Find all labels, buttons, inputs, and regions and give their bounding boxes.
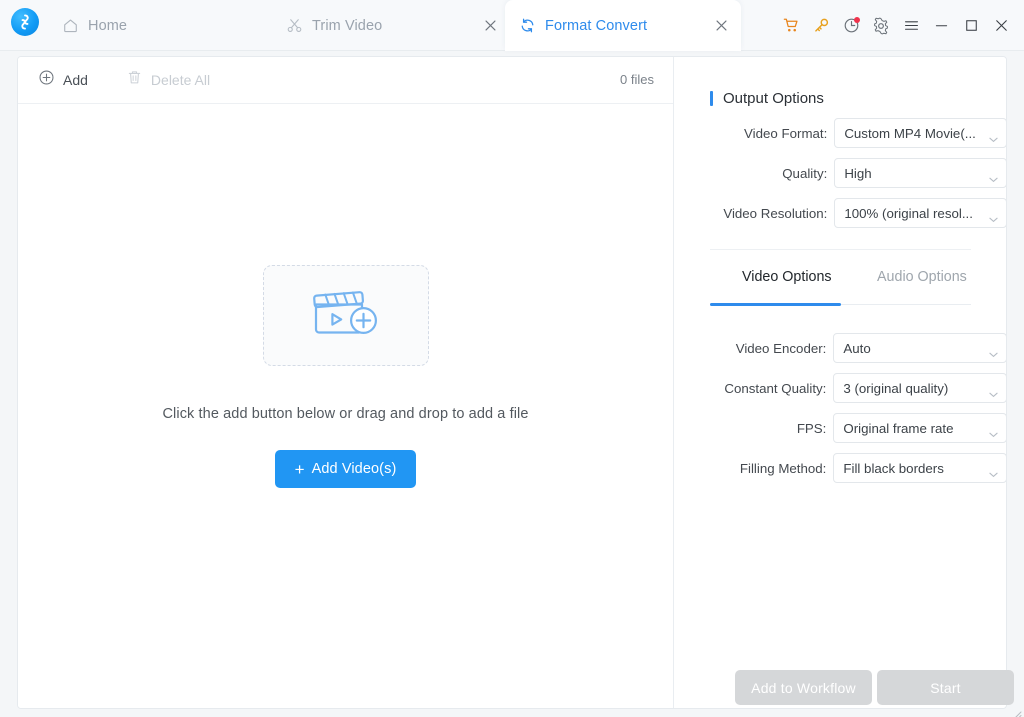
drop-target-box[interactable] bbox=[262, 265, 429, 366]
tab-format-convert-close-icon[interactable] bbox=[714, 18, 729, 33]
options-tab-active-indicator bbox=[710, 303, 841, 306]
filling-method-value: Fill black borders bbox=[843, 460, 944, 476]
filling-method-label: Filling Method: bbox=[739, 460, 827, 476]
home-icon bbox=[62, 17, 79, 34]
drop-hint-text: Click the add button below or drag and d… bbox=[162, 406, 529, 422]
field-fps: FPS: Original frame rate bbox=[674, 413, 1006, 443]
video-encoder-select[interactable]: Auto bbox=[833, 333, 1006, 363]
output-options-panel: Output Options Video Format: Custom MP4 … bbox=[674, 57, 1006, 708]
quality-label: Quality: bbox=[782, 165, 828, 181]
add-to-workflow-button[interactable]: Add to Workflow bbox=[735, 670, 872, 705]
gear-icon[interactable] bbox=[866, 8, 896, 44]
minimize-icon[interactable] bbox=[926, 8, 956, 44]
chevron-down-icon bbox=[989, 345, 998, 358]
quality-value: High bbox=[844, 165, 872, 181]
tab-trim-video[interactable]: Trim Video bbox=[272, 0, 510, 51]
field-constant-quality: Constant Quality: 3 (original quality) bbox=[674, 373, 1006, 403]
video-resolution-value: 100% (original resol... bbox=[844, 205, 973, 221]
history-icon[interactable] bbox=[836, 8, 866, 44]
video-resolution-select[interactable]: 100% (original resol... bbox=[834, 198, 1006, 228]
start-button[interactable]: Start bbox=[877, 670, 1014, 705]
scissors-icon bbox=[286, 17, 303, 34]
fps-label: FPS: bbox=[796, 420, 827, 436]
main-content: Add Delete All 0 files Click the add but… bbox=[0, 51, 1024, 717]
quality-select[interactable]: High bbox=[834, 158, 1006, 188]
tab-trim-video-close-icon[interactable] bbox=[483, 18, 498, 33]
chevron-down-icon bbox=[989, 465, 998, 478]
video-add-icon bbox=[309, 284, 383, 347]
constant-quality-select[interactable]: 3 (original quality) bbox=[833, 373, 1006, 403]
delete-all-button[interactable]: Delete All bbox=[126, 69, 210, 91]
options-separator bbox=[710, 249, 971, 250]
file-count-label: 0 files bbox=[620, 72, 654, 87]
add-videos-button-label: Add Video(s) bbox=[311, 461, 397, 477]
cart-icon[interactable] bbox=[776, 8, 806, 44]
workspace-card: Add Delete All 0 files Click the add but… bbox=[17, 56, 1007, 709]
tab-trim-video-label: Trim Video bbox=[312, 17, 383, 34]
key-icon[interactable] bbox=[806, 8, 836, 44]
field-video-encoder: Video Encoder: Auto bbox=[674, 333, 1006, 363]
add-button-label: Add bbox=[63, 72, 88, 88]
field-quality: Quality: High bbox=[674, 158, 1006, 188]
field-video-resolution: Video Resolution: 100% (original resol..… bbox=[674, 198, 1006, 228]
video-encoder-value: Auto bbox=[843, 340, 871, 356]
app-logo bbox=[11, 8, 39, 36]
video-encoder-label: Video Encoder: bbox=[735, 340, 827, 356]
chevron-down-icon bbox=[989, 210, 998, 223]
field-video-format: Video Format: Custom MP4 Movie(... bbox=[674, 118, 1006, 148]
app-window: Home Trim Video Format Convert Add Delet… bbox=[0, 0, 1024, 717]
field-filling-method: Filling Method: Fill black borders bbox=[674, 453, 1006, 483]
drop-area[interactable]: Click the add button below or drag and d… bbox=[18, 104, 673, 708]
close-icon[interactable] bbox=[986, 8, 1016, 44]
delete-all-label: Delete All bbox=[150, 72, 211, 88]
options-tab-strip: Video Options Audio Options bbox=[710, 269, 971, 306]
tab-home-label: Home bbox=[88, 17, 128, 34]
tab-audio-options[interactable]: Audio Options bbox=[877, 269, 967, 285]
window-controls bbox=[776, 0, 1016, 51]
convert-icon bbox=[519, 17, 536, 34]
file-toolbar: Add Delete All 0 files bbox=[18, 57, 673, 104]
video-resolution-label: Video Resolution: bbox=[723, 205, 828, 221]
trash-icon bbox=[126, 69, 143, 91]
file-list-panel: Add Delete All 0 files Click the add but… bbox=[18, 57, 673, 708]
output-options-title-text: Output Options bbox=[723, 90, 824, 107]
title-accent-bar bbox=[710, 91, 713, 106]
fps-value: Original frame rate bbox=[843, 420, 954, 436]
fps-select[interactable]: Original frame rate bbox=[833, 413, 1006, 443]
resize-grip-icon[interactable] bbox=[1013, 706, 1022, 717]
plus-circle-icon bbox=[38, 69, 55, 91]
chevron-down-icon bbox=[989, 385, 998, 398]
video-format-value: Custom MP4 Movie(... bbox=[844, 125, 976, 141]
output-options-title: Output Options bbox=[710, 90, 824, 107]
tab-video-options[interactable]: Video Options bbox=[742, 269, 832, 285]
chevron-down-icon bbox=[989, 425, 998, 438]
add-button[interactable]: Add bbox=[38, 69, 88, 91]
title-tab-bar: Home Trim Video Format Convert bbox=[0, 0, 1024, 51]
plus-icon: + bbox=[294, 459, 305, 479]
maximize-icon[interactable] bbox=[956, 8, 986, 44]
menu-icon[interactable] bbox=[896, 8, 926, 44]
chevron-down-icon bbox=[989, 170, 998, 183]
tab-home[interactable]: Home bbox=[48, 0, 196, 51]
video-format-select[interactable]: Custom MP4 Movie(... bbox=[834, 118, 1006, 148]
footer-action-bar: Add to Workflow Start bbox=[0, 658, 1024, 717]
chevron-down-icon bbox=[989, 130, 998, 143]
history-badge bbox=[854, 16, 860, 23]
tab-format-convert[interactable]: Format Convert bbox=[505, 0, 741, 51]
video-format-label: Video Format: bbox=[744, 125, 828, 141]
constant-quality-value: 3 (original quality) bbox=[843, 380, 949, 396]
filling-method-select[interactable]: Fill black borders bbox=[833, 453, 1006, 483]
constant-quality-label: Constant Quality: bbox=[724, 380, 827, 396]
tab-format-convert-label: Format Convert bbox=[545, 17, 648, 34]
add-videos-button[interactable]: + Add Video(s) bbox=[275, 450, 416, 488]
